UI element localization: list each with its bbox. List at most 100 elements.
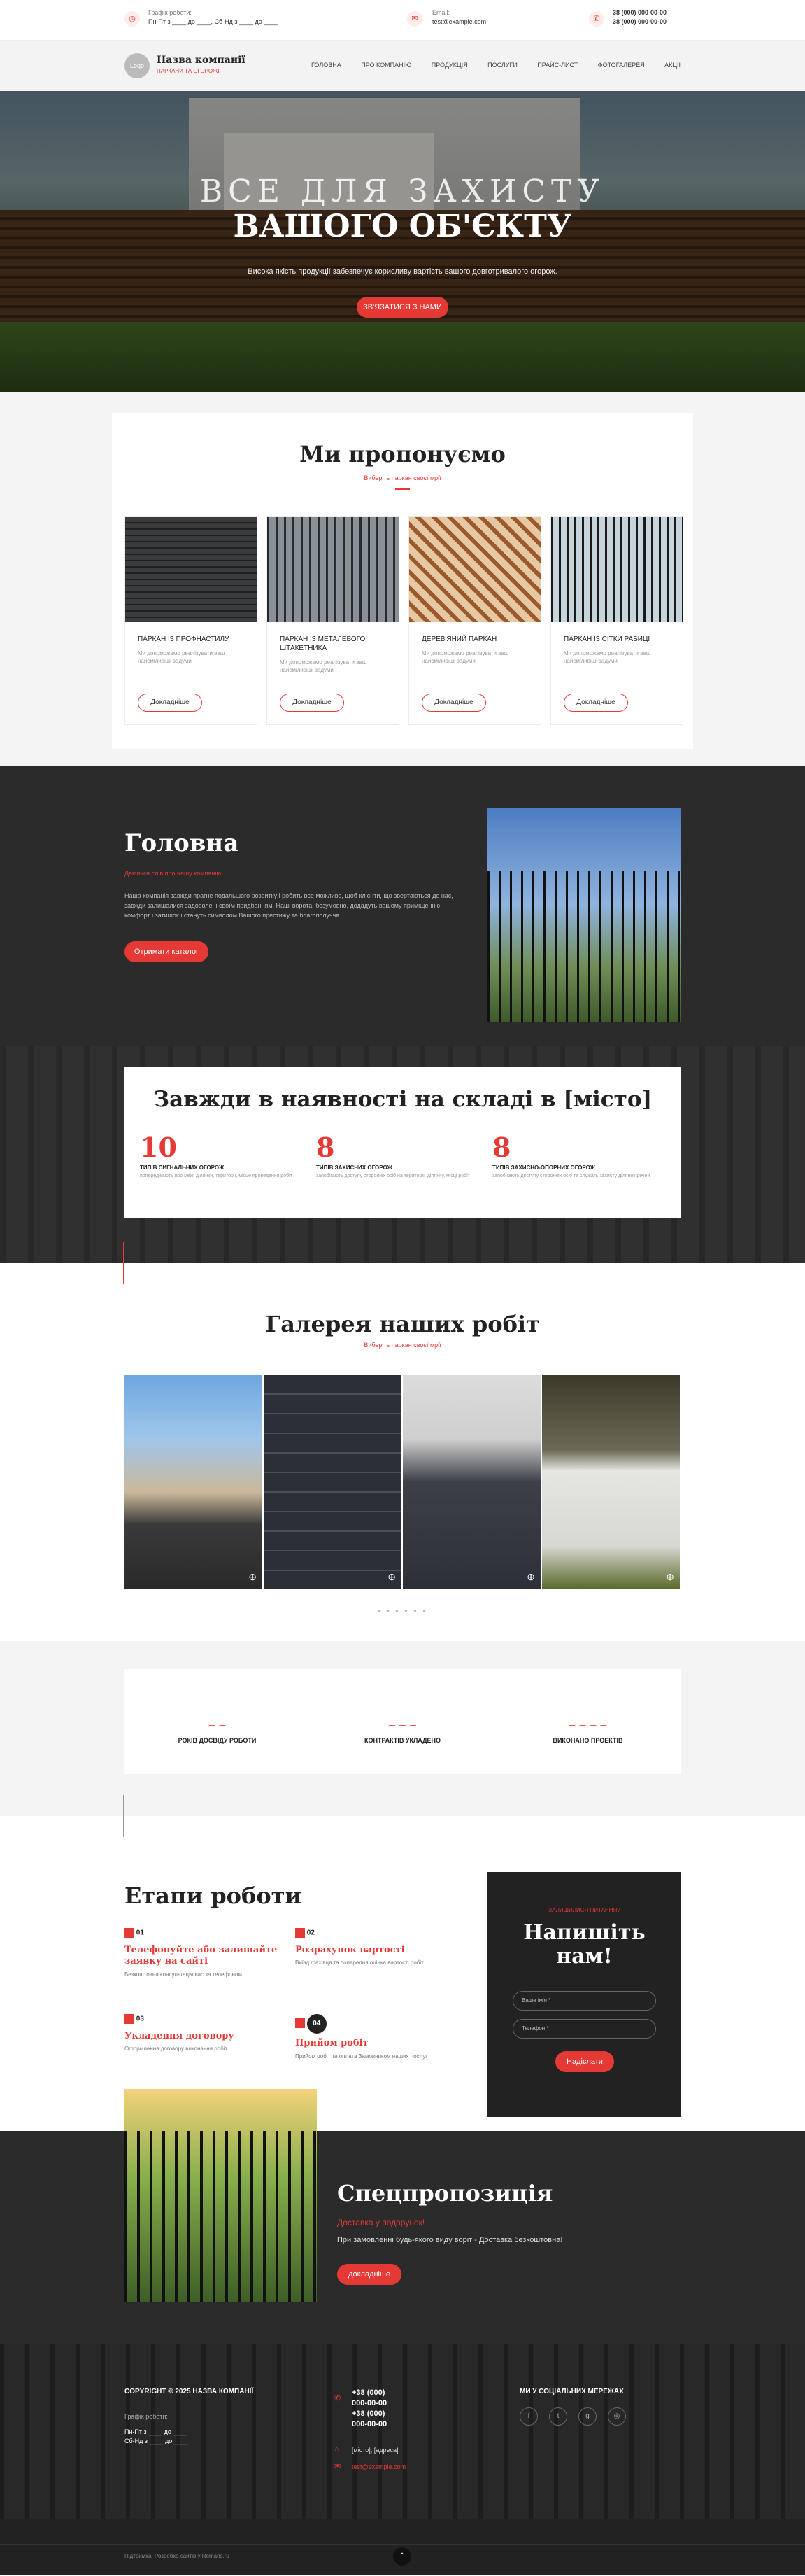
scroll-top-icon[interactable]: ⌃	[393, 2547, 411, 2566]
stock-item-desc: запобігають доступу сторонніх осіб та сл…	[492, 1174, 650, 1178]
card-image[interactable]	[125, 517, 257, 622]
stage-desc: Прийом робіт та оплата Замовником наших …	[295, 2053, 428, 2060]
hero-subtitle: Висока якість продукції забезпечує корис…	[248, 267, 557, 276]
details-button[interactable]: Докладніше	[564, 694, 628, 712]
counter-item: – – – – ВИКОНАНО ПРОЕКТІВ	[495, 1718, 681, 1744]
card-desc: Ми допоможемо реалізувати ваш найсміливі…	[564, 650, 651, 664]
special-title: Спецпропозиція	[337, 2180, 553, 2207]
phone-icon: ✆	[334, 2394, 341, 2402]
card-title[interactable]: ПАРКАН ІЗ СІТКИ РАБИЦІ	[564, 635, 670, 644]
stock-title: Завжди в наявності на складі в [місто]	[153, 1087, 653, 1112]
footer-email[interactable]: test@example.com	[352, 2463, 406, 2470]
stage-item: 02 Розрахунок вартості Виїзд фахівця та …	[295, 1928, 470, 1966]
footer-hours-label: Графік роботи:	[124, 2413, 168, 2420]
special-subtitle: Доставка у подарунок!	[337, 2218, 425, 2227]
hours-value: Пн-Пт з ____ до ____, Сб-Нд з ____ до __…	[148, 18, 278, 25]
offer-box: Ми пропонуємо Виберіть паркан своєї мрії…	[112, 413, 693, 749]
footer-phone[interactable]: +38 (000)	[352, 2409, 387, 2419]
card-title[interactable]: ДЕРЕВ'ЯНИЙ ПАРКАН	[422, 635, 528, 644]
zoom-icon[interactable]: ⊕	[387, 1571, 396, 1583]
section-marker	[123, 1795, 124, 1837]
details-button[interactable]: Докладніше	[422, 694, 486, 712]
phone-icon: ✆	[589, 11, 604, 27]
nav-products[interactable]: ПРОДУКЦІЯ	[432, 62, 468, 69]
clock-icon: ◷	[124, 11, 140, 27]
submit-button[interactable]: Надіслати	[555, 2051, 614, 2072]
footer-credits[interactable]: Підтримка: Розробка сайтів у Romaris.ru	[124, 2553, 229, 2559]
facebook-icon[interactable]: f	[520, 2407, 538, 2426]
footer-phone[interactable]: 000-00-00	[352, 2398, 387, 2409]
gallery-pagination[interactable]: ● ● ● ● ● ●	[0, 1607, 805, 1614]
card-image[interactable]	[551, 517, 683, 622]
special-photo	[124, 2089, 317, 2302]
stages-title: Етапи роботи	[124, 1882, 302, 1909]
phone-link-2[interactable]: 38 (000) 000-00-00	[613, 17, 667, 27]
offer-divider	[395, 488, 410, 490]
gallery-image[interactable]: ⊕	[264, 1375, 401, 1589]
card-desc: Ми допоможемо реалізувати ваш найсміливі…	[280, 659, 367, 673]
footer-bg	[0, 2344, 805, 2519]
phone-input[interactable]: Телефон *	[513, 2019, 656, 2039]
gallery-image[interactable]: ⊕	[403, 1375, 541, 1589]
get-catalog-button[interactable]: Отримати каталог	[124, 941, 208, 962]
email-label: Email:	[432, 9, 450, 16]
phone-link-1[interactable]: 38 (000) 000-00-00	[613, 8, 667, 17]
stage-desc: Виїзд фахівця та попередня оцінка вартос…	[295, 1959, 424, 1966]
offer-subtitle: Виберіть паркан своєї мрії	[364, 474, 441, 481]
stage-number: 04	[306, 2014, 327, 2034]
card-title[interactable]: ПАРКАН ІЗ МЕТАЛЕВОГО ШТАКЕТНИКА	[280, 635, 386, 653]
google-icon[interactable]: g	[578, 2407, 597, 2426]
stock-item-title: ТИПІВ СИГНАЛЬНИХ ОГОРОЖ	[140, 1164, 225, 1171]
special-offer-section: Спецпропозиція Доставка у подарунок! При…	[0, 2089, 805, 2344]
card-desc: Ми допоможемо реалізувати ваш найсміливі…	[422, 650, 509, 664]
counter-label: РОКІВ ДОСВІДУ РОБОТИ	[178, 1737, 257, 1744]
name-input[interactable]: Ваше ім'я *	[513, 1991, 656, 2011]
footer-phone[interactable]: +38 (000)	[352, 2388, 387, 2398]
nav-services[interactable]: ПОСЛУГИ	[487, 62, 518, 69]
hero: ВСЕ ДЛЯ ЗАХИСТУ ВАШОГО ОБ'ЄКТУ Висока як…	[0, 91, 805, 392]
card-image[interactable]	[267, 517, 399, 622]
zoom-icon[interactable]: ⊕	[248, 1571, 257, 1583]
twitter-icon[interactable]: t	[549, 2407, 567, 2426]
email-block: Email: test@example.com	[432, 8, 486, 27]
offer-title: Ми пропонуємо	[299, 441, 506, 467]
card-image[interactable]	[409, 517, 541, 622]
special-details-button[interactable]: докладніше	[337, 2264, 401, 2285]
footer-phone[interactable]: 000-00-00	[352, 2419, 387, 2430]
counter-label: КОНТРАКТІВ УКЛАДЕНО	[364, 1737, 441, 1744]
instagram-icon[interactable]: ◎	[608, 2407, 626, 2426]
special-text: При замовленні будь-якого виду воріт - Д…	[337, 2236, 563, 2244]
product-card: ПАРКАН ІЗ МЕТАЛЕВОГО ШТАКЕТНИКА Ми допом…	[266, 516, 399, 725]
stage-title: Телефонуйте або залишайте заявку на сайт…	[124, 1945, 278, 1966]
form-title: Напишіть нам!	[523, 1920, 646, 1969]
zoom-icon[interactable]: ⊕	[666, 1571, 674, 1583]
stage-desc: Безкоштовна консультація вас за телефоно…	[124, 1971, 242, 1978]
footer-phones: +38 (000) 000-00-00 +38 (000) 000-00-00	[352, 2388, 387, 2430]
form-pre: ЗАЛИШИЛИСЯ ПИТАННЯ?	[548, 1907, 620, 1913]
nav-gallery[interactable]: ФОТОГАЛЕРЕЯ	[598, 62, 645, 69]
hours-label: Графік роботи:	[148, 9, 192, 16]
card-desc: Ми допоможемо реалізувати ваш найсміливі…	[138, 650, 225, 664]
email-link[interactable]: test@example.com	[432, 17, 486, 27]
stock-number: 8	[316, 1132, 335, 1163]
nav-promo[interactable]: АКЦІЇ	[664, 62, 681, 69]
nav-about[interactable]: ПРО КОМПАНІЮ	[361, 62, 411, 69]
nav-home[interactable]: ГОЛОВНА	[311, 62, 341, 69]
company-tagline: ПАРКАНИ ТА ОГОРОЖІ	[157, 68, 220, 74]
section-marker	[123, 1242, 124, 1284]
zoom-icon[interactable]: ⊕	[527, 1571, 535, 1583]
counters-section: – – РОКІВ ДОСВІДУ РОБОТИ – – – КОНТРАКТІ…	[0, 1641, 805, 1816]
gallery-image[interactable]: ⊕	[124, 1375, 262, 1589]
stock-item-desc: запобігають доступу сторонніх осіб на те…	[316, 1174, 470, 1178]
stage-icon	[124, 1928, 134, 1938]
gallery-image[interactable]: ⊕	[542, 1375, 680, 1589]
brand[interactable]: Назва компанії ПАРКАНИ ТА ОГОРОЖІ	[157, 55, 245, 74]
details-button[interactable]: Докладніше	[280, 694, 344, 712]
stage-item: 03 Укладення договору Оформлення договор…	[124, 2014, 285, 2052]
details-button[interactable]: Докладніше	[138, 694, 202, 712]
contact-us-button[interactable]: ЗВ'ЯЗАТИСЯ З НАМИ	[357, 297, 448, 318]
card-title[interactable]: ПАРКАН ІЗ ПРОФНАСТИЛУ	[138, 635, 244, 644]
offer-section: Ми пропонуємо Виберіть паркан своєї мрії…	[0, 392, 805, 766]
logo[interactable]: Logo	[124, 53, 150, 78]
nav-price[interactable]: ПРАЙС-ЛИСТ	[537, 62, 578, 69]
